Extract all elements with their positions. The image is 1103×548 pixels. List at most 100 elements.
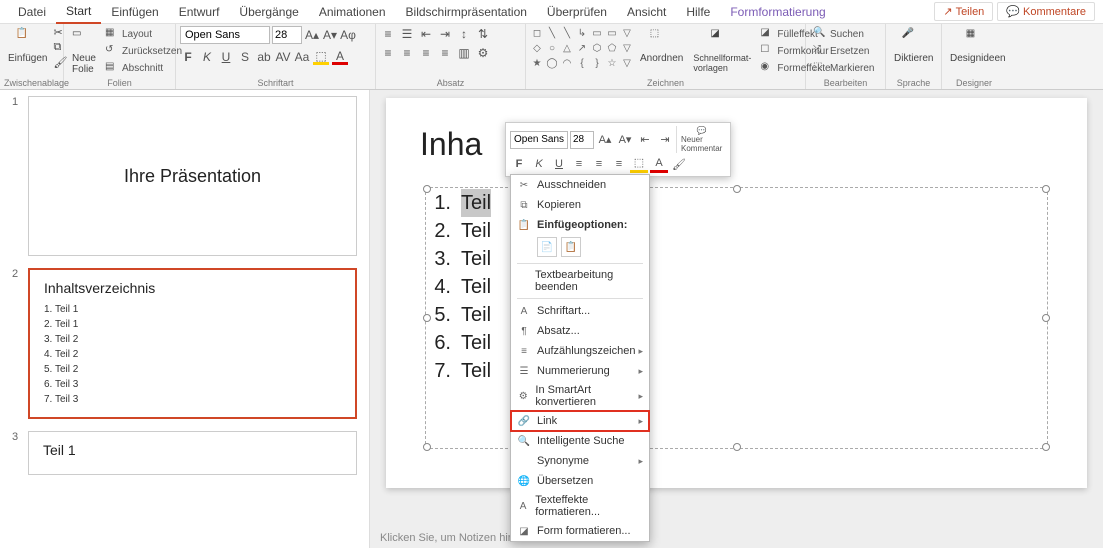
clear-format-icon[interactable]: Aφ (340, 27, 356, 43)
mini-align-right-button[interactable]: ≡ (610, 155, 628, 173)
font-icon: A (517, 304, 531, 318)
ctx-bullets[interactable]: ≡Aufzählungszeichen▸ (511, 341, 649, 361)
ctx-font[interactable]: ASchriftart... (511, 301, 649, 321)
tab-datei[interactable]: Datei (8, 1, 56, 23)
ctx-cut[interactable]: ✂Ausschneiden (511, 175, 649, 195)
mini-format-painter-button[interactable]: 🖌 (670, 155, 688, 173)
ctx-numbering[interactable]: ☰Nummerierung▸ (511, 361, 649, 381)
mini-inc-font-icon[interactable]: A▴ (596, 131, 614, 149)
arrange-button[interactable]: ⬚Anordnen (636, 26, 687, 66)
mini-highlight-button[interactable]: ⬚ (630, 155, 648, 173)
mini-underline-button[interactable]: U (550, 155, 568, 173)
mini-indent-dec-icon[interactable]: ⇤ (636, 131, 654, 149)
ctx-exit-text-edit[interactable]: Textbearbeitung beenden (511, 266, 649, 296)
layout-button[interactable]: ▦Layout (102, 26, 185, 42)
paste-option-text[interactable]: 📋 (561, 237, 581, 257)
new-slide-button[interactable]: ▭ Neue Folie (68, 26, 100, 77)
replace-button[interactable]: ⤮Ersetzen (810, 43, 872, 59)
spacing-button[interactable]: AV (275, 49, 291, 65)
slide-canvas[interactable]: Inha 1.Teil 2.Teil 3.Teil 4.Teil 5.Teil … (370, 90, 1103, 548)
case-button[interactable]: Aa (294, 49, 310, 65)
tab-ansicht[interactable]: Ansicht (617, 1, 676, 23)
thumb-toc-item: 3. Teil 2 (44, 332, 341, 347)
tab-einfuegen[interactable]: Einfügen (101, 1, 168, 23)
line-spacing-button[interactable]: ↕ (456, 26, 472, 42)
strike-button[interactable]: S (237, 49, 253, 65)
columns-button[interactable]: ▥ (456, 45, 472, 61)
tab-animationen[interactable]: Animationen (309, 1, 396, 23)
decrease-font-icon[interactable]: A▾ (322, 27, 338, 43)
numbering-button[interactable]: ☰ (399, 26, 415, 42)
mini-indent-inc-icon[interactable]: ⇥ (656, 131, 674, 149)
font-size-input[interactable] (272, 26, 302, 44)
tab-entwurf[interactable]: Entwurf (169, 1, 230, 23)
outline-icon: ☐ (760, 44, 774, 58)
underline-button[interactable]: U (218, 49, 234, 65)
align-left-button[interactable]: ≡ (380, 45, 396, 61)
ctx-synonyms[interactable]: Synonyme▸ (511, 451, 649, 471)
indent-inc-button[interactable]: ⇥ (437, 26, 453, 42)
shadow-button[interactable]: ab (256, 49, 272, 65)
mini-font-input[interactable] (510, 131, 568, 149)
mini-italic-button[interactable]: K (530, 155, 548, 173)
layout-icon: ▦ (105, 27, 119, 41)
bullets-button[interactable]: ≡ (380, 26, 396, 42)
fill-icon: ◪ (760, 27, 774, 41)
mini-dec-font-icon[interactable]: A▾ (616, 131, 634, 149)
justify-button[interactable]: ≡ (437, 45, 453, 61)
notes-placeholder[interactable]: Klicken Sie, um Notizen hin (370, 528, 1103, 548)
share-button[interactable]: ↗Teilen (934, 2, 993, 21)
quickstyles-button[interactable]: ◪Schnellformat- vorlagen (689, 26, 755, 75)
ctx-translate[interactable]: 🌐Übersetzen (511, 471, 649, 491)
context-menu: ✂Ausschneiden ⧉Kopieren 📋Einfügeoptionen… (510, 174, 650, 542)
highlight-button[interactable]: ⬚ (313, 49, 329, 65)
indent-dec-button[interactable]: ⇤ (418, 26, 434, 42)
thumbnail-slide-3[interactable]: Teil 1 (28, 431, 357, 475)
mini-align-left-button[interactable]: ≡ (570, 155, 588, 173)
comment-icon: 💬 (1006, 5, 1020, 18)
mini-bold-button[interactable]: F (510, 155, 528, 173)
ctx-smart-search[interactable]: 🔍Intelligente Suche (511, 431, 649, 451)
slide-thumbnails-panel[interactable]: 1 Ihre Präsentation 2 Inhaltsverzeichnis… (0, 90, 370, 548)
ctx-smartart[interactable]: ⚙In SmartArt konvertieren▸ (511, 381, 649, 411)
smartart-button[interactable]: ⚙ (475, 45, 491, 61)
mini-font-color-button[interactable]: A (650, 155, 668, 173)
tab-hilfe[interactable]: Hilfe (676, 1, 720, 23)
thumbnail-slide-2[interactable]: Inhaltsverzeichnis 1. Teil 1 2. Teil 1 3… (28, 268, 357, 419)
increase-font-icon[interactable]: A▴ (304, 27, 320, 43)
tab-formformatierung[interactable]: Formformatierung (720, 1, 835, 23)
ctx-paragraph[interactable]: ¶Absatz... (511, 321, 649, 341)
align-center-button[interactable]: ≡ (399, 45, 415, 61)
ctx-copy[interactable]: ⧉Kopieren (511, 195, 649, 215)
dictate-button[interactable]: 🎤Diktieren (890, 26, 937, 66)
comments-button[interactable]: 💬Kommentare (997, 2, 1095, 21)
tab-ueberpruefen[interactable]: Überprüfen (537, 1, 617, 23)
font-name-input[interactable] (180, 26, 270, 44)
link-icon: 🔗 (517, 414, 531, 428)
paste-option-source[interactable]: 📄 (537, 237, 557, 257)
paste-button[interactable]: 📋 Einfügen (4, 26, 51, 66)
italic-button[interactable]: K (199, 49, 215, 65)
reset-button[interactable]: ↺Zurücksetzen (102, 43, 185, 59)
design-ideas-button[interactable]: ▦Designideen (946, 26, 1010, 66)
text-direction-button[interactable]: ⇅ (475, 26, 491, 42)
group-paragraph-label: Absatz (380, 77, 521, 89)
font-color-button[interactable]: A (332, 49, 348, 65)
find-button[interactable]: 🔍Suchen (810, 26, 867, 42)
ctx-shape-format[interactable]: ◪Form formatieren... (511, 521, 649, 541)
bold-button[interactable]: F (180, 49, 196, 65)
select-button[interactable]: ⬚Markieren (810, 60, 877, 76)
ctx-link[interactable]: 🔗Link▸ (511, 411, 649, 431)
mini-new-comment-button[interactable]: 💬Neuer Kommentar (676, 126, 726, 153)
tab-praesentation[interactable]: Bildschirmpräsentation (396, 1, 537, 23)
tab-uebergaenge[interactable]: Übergänge (229, 1, 308, 23)
section-button[interactable]: ▤Abschnitt (102, 60, 185, 76)
section-icon: ▤ (105, 61, 119, 75)
align-right-button[interactable]: ≡ (418, 45, 434, 61)
mini-align-center-button[interactable]: ≡ (590, 155, 608, 173)
tab-start[interactable]: Start (56, 0, 101, 24)
shapes-gallery[interactable]: ◻╲╲↳▭▭▽ ◇○△↗⬡⬠▽ ★◯◠{}☆▽ (530, 26, 634, 70)
ctx-text-effects[interactable]: ATexteffekte formatieren... (511, 491, 649, 521)
mini-size-input[interactable] (570, 131, 594, 149)
thumbnail-slide-1[interactable]: Ihre Präsentation (28, 96, 357, 256)
